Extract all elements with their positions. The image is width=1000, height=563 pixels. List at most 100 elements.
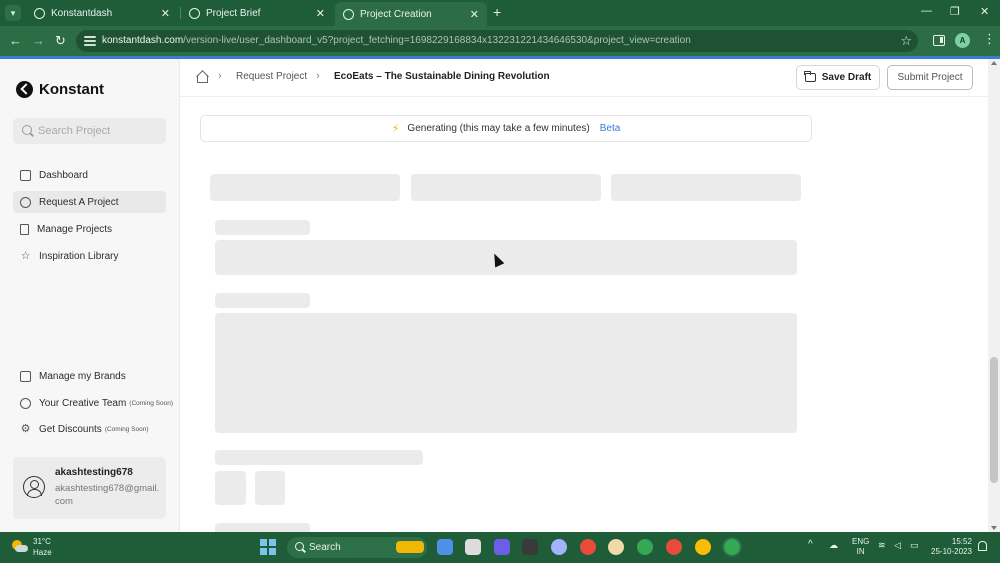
address-bar[interactable]: konstantdash.com/version-live/user_dashb… <box>76 30 918 52</box>
reload-icon[interactable]: ↻ <box>55 33 66 49</box>
folder-icon <box>804 70 816 82</box>
tab-favicon-icon <box>189 7 200 19</box>
skeleton-tab-3 <box>611 174 801 201</box>
photo-app-icon[interactable] <box>608 539 624 555</box>
browser-menu-icon[interactable]: ⋮ <box>983 31 996 47</box>
generating-status-banner: ⚡ Generating (this may take a few minute… <box>200 115 812 142</box>
chrome-profile-icon[interactable] <box>637 539 653 555</box>
clock-time: 15:52 <box>951 537 972 546</box>
profile-avatar[interactable]: A <box>955 33 970 48</box>
sidebar-item-inspiration-library[interactable]: ☆ Inspiration Library <box>13 245 166 267</box>
sidebar-item-dashboard[interactable]: Dashboard <box>13 164 166 186</box>
browser-tab-project-creation[interactable]: Project Creation ✕ <box>335 2 487 26</box>
page-scrollbar[interactable] <box>988 59 1000 532</box>
konstant-logo[interactable]: Konstant <box>16 81 104 98</box>
search-highlight-icon[interactable] <box>396 541 424 553</box>
coming-soon-tag: (Coming Soon) <box>129 399 173 407</box>
taskbar-search-label: Search <box>309 542 341 553</box>
submit-project-button[interactable]: Submit Project <box>887 65 973 90</box>
restore-icon[interactable]: ❐ <box>950 5 960 18</box>
system-clock[interactable]: 15:52 25-10-2023 <box>931 537 972 557</box>
sidebar-item-manage-projects[interactable]: Manage Projects <box>13 218 166 240</box>
tab-close-icon[interactable]: ✕ <box>470 8 479 21</box>
language-indicator[interactable]: ENG IN <box>852 537 869 557</box>
lightning-icon: ⚡ <box>391 123 400 135</box>
sidebar-item-request-a-project[interactable]: Request A Project <box>13 191 166 213</box>
battery-icon[interactable]: ▭ <box>910 540 919 551</box>
team-icon <box>20 397 31 409</box>
side-panel-icon[interactable] <box>933 35 945 46</box>
user-avatar-icon <box>23 476 45 498</box>
scroll-up-arrow-icon[interactable] <box>991 61 997 65</box>
url-path: /version-live/user_dashboard_v5?project_… <box>183 35 691 46</box>
chrome-profile-icon[interactable] <box>666 539 682 555</box>
konstant-logo-icon <box>16 81 33 98</box>
sidebar-item-label: Manage my Brands <box>39 370 126 382</box>
new-tab-plus-icon[interactable]: + <box>493 4 501 20</box>
discount-icon: ⚙ <box>20 422 31 435</box>
volume-icon[interactable]: ◁ <box>894 540 901 551</box>
skeleton-chip <box>215 471 246 505</box>
tab-title: Konstantdash <box>51 7 113 19</box>
search-input[interactable] <box>38 122 160 140</box>
tab-favicon-icon <box>34 7 45 19</box>
windows-start-icon[interactable] <box>260 539 276 555</box>
dashboard-icon <box>20 169 31 181</box>
chrome-icon[interactable] <box>580 539 596 555</box>
language-secondary: IN <box>856 547 865 556</box>
url-host: konstantdash.com <box>102 35 184 46</box>
tab-close-icon[interactable]: ✕ <box>161 7 170 20</box>
browser-tab-konstantdash[interactable]: Konstantdash ✕ <box>26 2 178 24</box>
teams-icon[interactable] <box>494 539 510 555</box>
sidebar-item-get-discounts[interactable]: ⚙ Get Discounts (Coming Soon) <box>13 418 166 440</box>
sidebar-item-manage-my-brands[interactable]: Manage my Brands <box>13 365 166 387</box>
logo-text: Konstant <box>39 81 104 98</box>
tab-close-icon[interactable]: ✕ <box>316 7 325 20</box>
tab-favicon-icon <box>343 8 354 20</box>
chrome-active-icon[interactable] <box>724 539 740 555</box>
home-icon[interactable] <box>195 70 208 83</box>
cloud-status-icon[interactable]: ☁ <box>829 540 838 551</box>
scrollbar-thumb[interactable] <box>990 357 998 483</box>
sidebar-item-label: Request A Project <box>39 196 119 208</box>
user-profile-card[interactable]: akashtesting678 akashtesting678@gmail.co… <box>13 457 166 519</box>
search-icon <box>295 542 304 551</box>
weather-icon[interactable] <box>12 540 28 554</box>
site-settings-icon[interactable] <box>84 35 96 47</box>
clock-date: 25-10-2023 <box>931 547 972 556</box>
generating-message: Generating (this may take a few minutes) <box>407 123 590 134</box>
skeleton-label <box>215 523 310 532</box>
copilot-icon[interactable] <box>437 539 453 555</box>
sidebar-item-your-creative-team[interactable]: Your Creative Team (Coming Soon) <box>13 392 173 414</box>
window-close-icon[interactable]: ✕ <box>980 5 989 18</box>
windows-taskbar: 31°C Haze Search ^ ☁ ENG IN ≋ ◁ ▭ 15:52 … <box>0 532 1000 563</box>
forward-arrow-icon[interactable]: → <box>32 33 45 49</box>
minimize-icon[interactable]: — <box>921 5 932 17</box>
sidebar-item-label: Your Creative Team <box>39 397 127 409</box>
chevron-right-icon: › <box>316 70 320 82</box>
browser-tab-project-brief[interactable]: Project Brief ✕ <box>181 2 333 24</box>
bookmark-star-icon[interactable]: ☆ <box>900 33 912 49</box>
scroll-down-arrow-icon[interactable] <box>991 526 997 530</box>
skeleton-tab-2 <box>411 174 601 201</box>
language-primary: ENG <box>852 537 870 546</box>
back-arrow-icon[interactable]: ← <box>9 33 22 49</box>
chrome-profile-icon[interactable] <box>695 539 711 555</box>
user-email: akashtesting678@gmail.com <box>55 483 160 507</box>
app-sidebar: Konstant Dashboard Request A Project Man… <box>0 59 180 532</box>
app-icon[interactable] <box>522 539 538 555</box>
chevron-up-icon[interactable]: ^ <box>808 539 813 550</box>
tab-search-button[interactable]: ▾ <box>5 5 21 21</box>
task-view-icon[interactable] <box>465 539 481 555</box>
save-draft-button[interactable]: Save Draft <box>796 65 880 90</box>
project-search[interactable] <box>13 118 166 144</box>
notification-bell-icon[interactable] <box>978 541 987 551</box>
coming-soon-tag: (Coming Soon) <box>104 425 149 433</box>
search-icon <box>22 125 32 135</box>
breadcrumb-request-project[interactable]: Request Project <box>236 71 307 82</box>
wifi-icon[interactable]: ≋ <box>878 540 886 551</box>
skeleton-tab-1 <box>210 174 400 201</box>
settings-app-icon[interactable] <box>551 539 567 555</box>
tab-title: Project Creation <box>360 8 432 20</box>
url-text: konstantdash.com/version-live/user_dashb… <box>102 35 691 46</box>
